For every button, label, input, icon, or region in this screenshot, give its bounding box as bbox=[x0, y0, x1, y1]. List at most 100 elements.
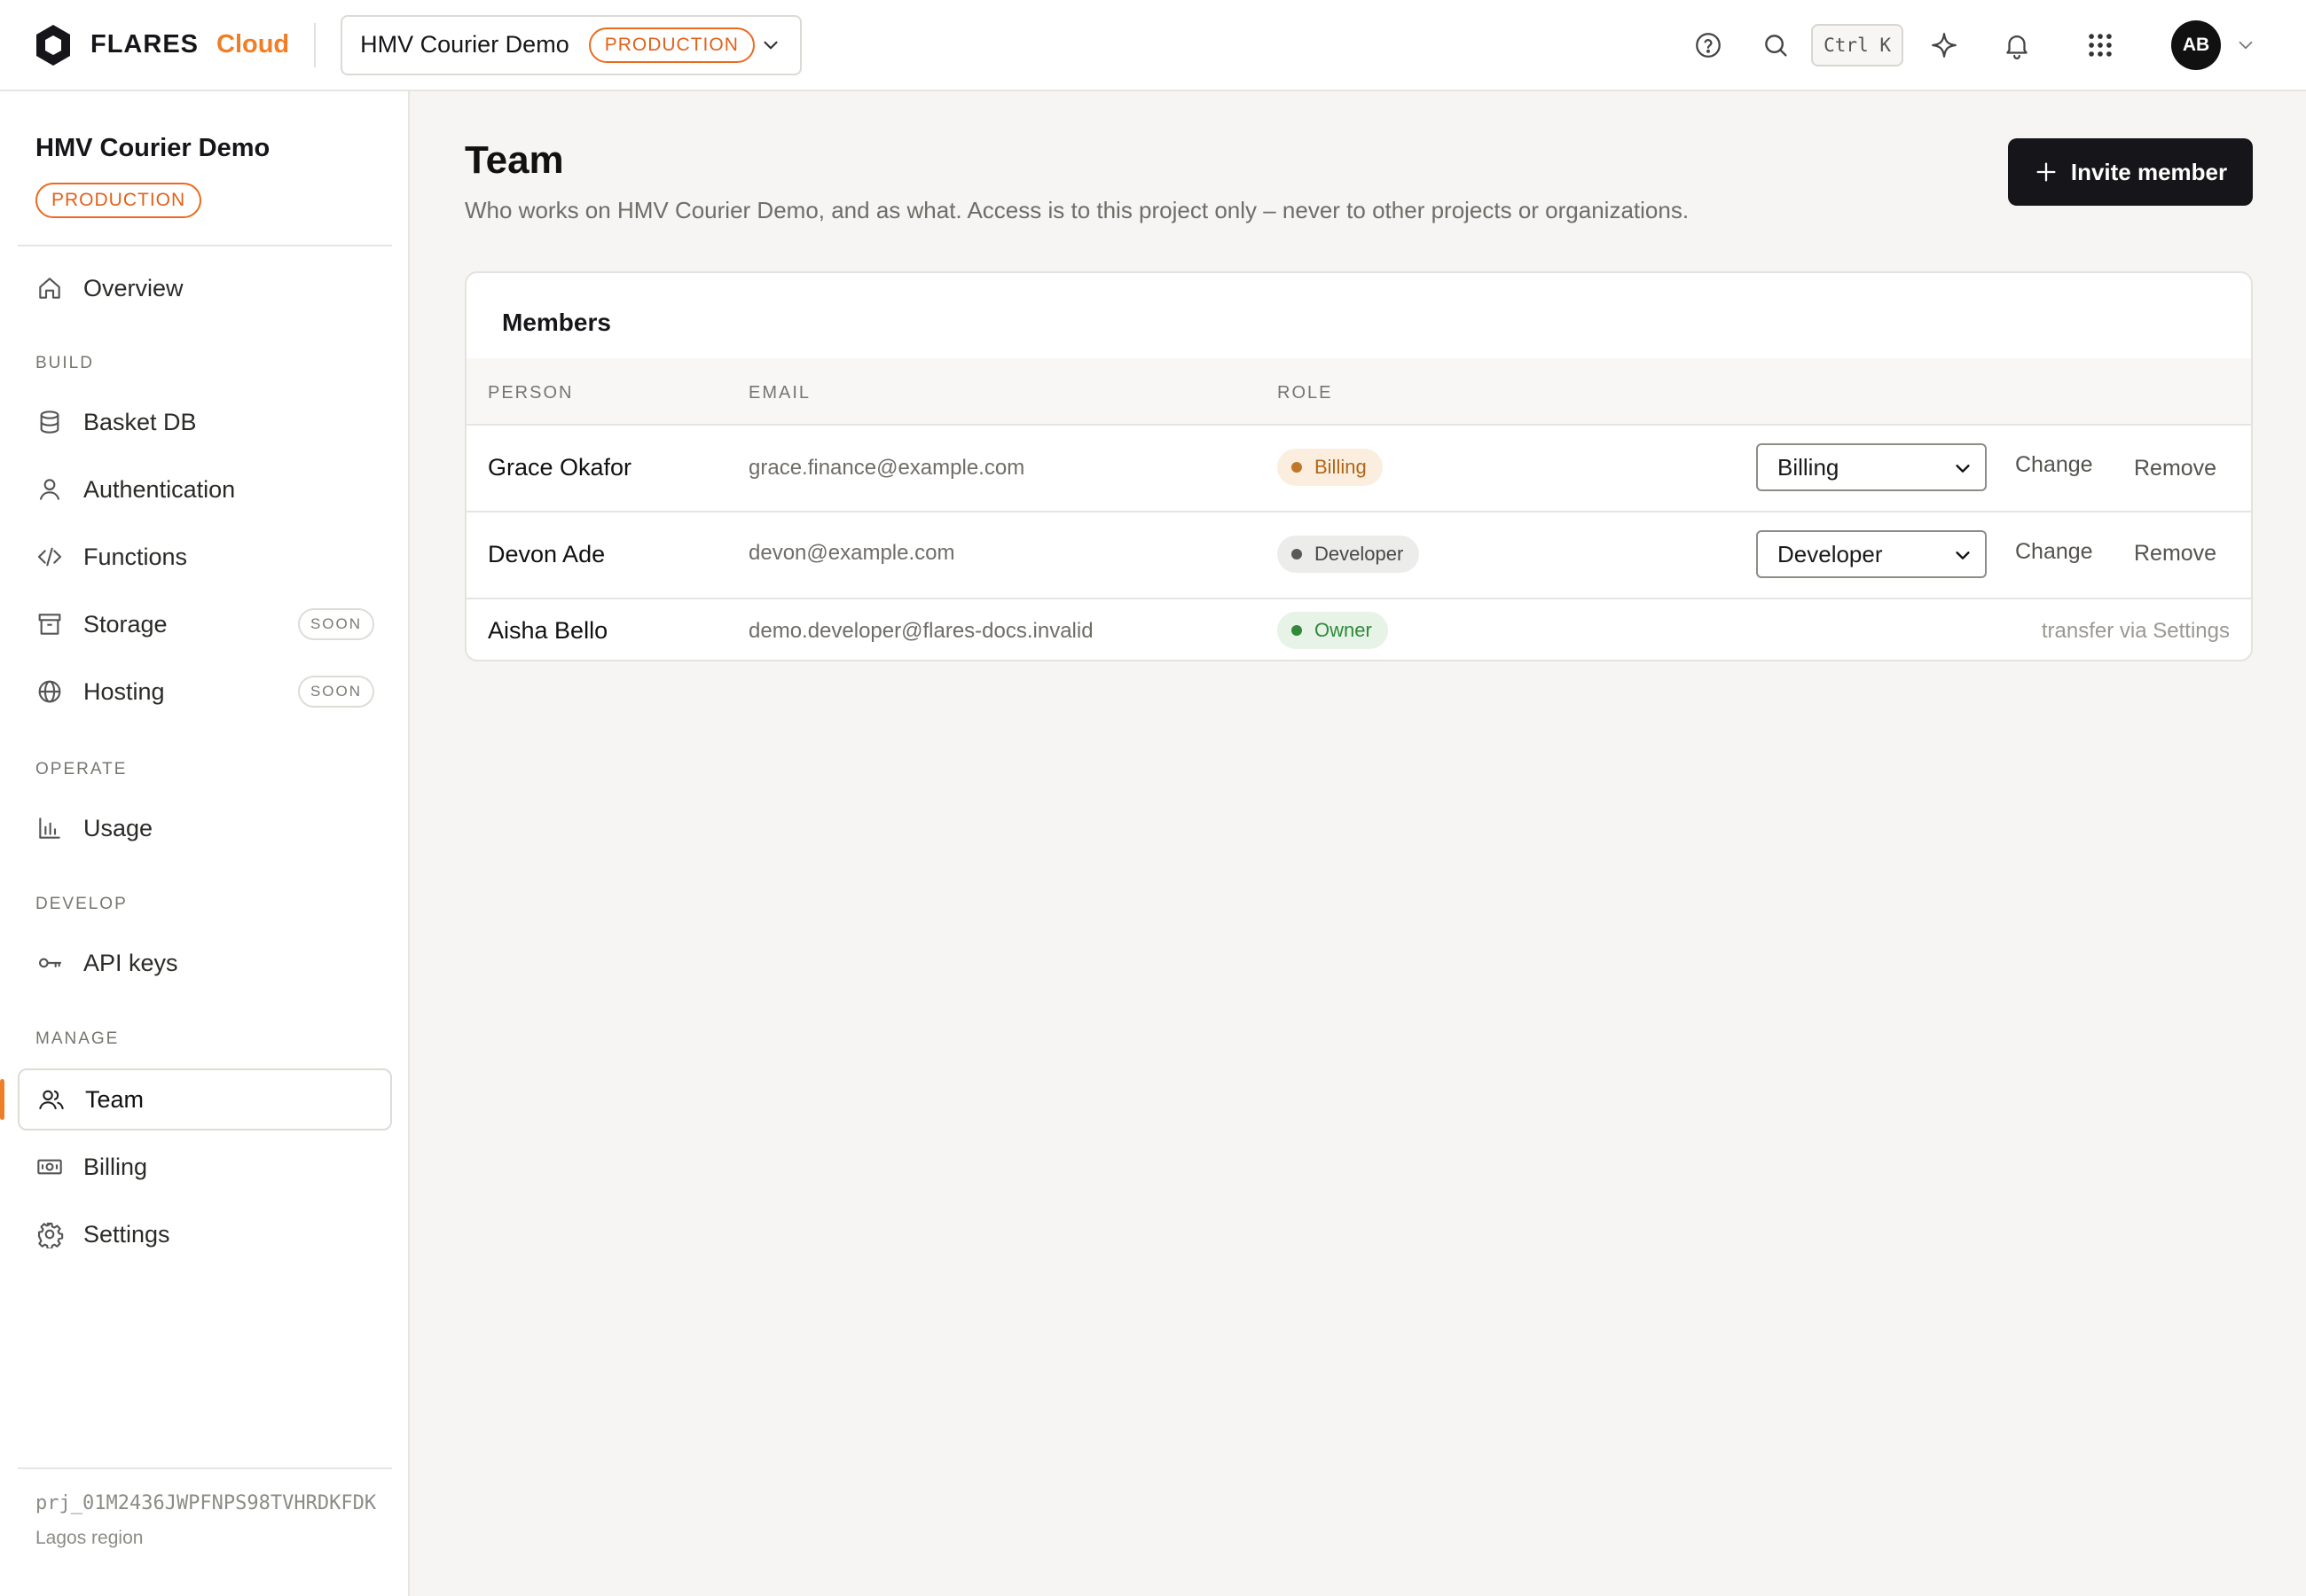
brand-name: FLARES bbox=[90, 30, 199, 59]
chevron-down-icon bbox=[1956, 465, 1970, 473]
members-card-title: Members bbox=[502, 309, 611, 336]
sidebar-item-team[interactable]: Team bbox=[18, 1068, 392, 1130]
page-subtitle: Who works on HMV Courier Demo, and as wh… bbox=[465, 197, 1690, 223]
member-name: Grace Okafor bbox=[488, 454, 632, 481]
status-dot bbox=[1291, 549, 1302, 559]
table-row: Devon Ade devon@example.com Developer De… bbox=[467, 512, 2251, 599]
notifications-button[interactable] bbox=[1996, 24, 2038, 66]
ai-assistant-button[interactable] bbox=[1923, 24, 1965, 66]
search-button[interactable] bbox=[1754, 24, 1797, 66]
role-badge-label: Owner bbox=[1314, 619, 1372, 641]
bell-icon bbox=[2006, 35, 2028, 59]
column-header-role: ROLE bbox=[1277, 383, 1333, 403]
key-icon bbox=[38, 958, 62, 968]
table-row: Grace Okafor grace.finance@example.com B… bbox=[467, 426, 2251, 512]
user-avatar[interactable]: AB bbox=[2171, 20, 2221, 70]
account-menu-button[interactable] bbox=[2231, 24, 2260, 66]
gear-icon bbox=[37, 1222, 64, 1248]
table-header: PERSON EMAIL ROLE bbox=[467, 358, 2251, 426]
status-dot bbox=[1291, 625, 1302, 636]
chevron-down-icon bbox=[764, 41, 778, 49]
active-indicator bbox=[0, 1079, 4, 1120]
soon-badge: SOON bbox=[297, 608, 374, 640]
sidebar-item-label: Billing bbox=[83, 1153, 148, 1180]
role-badge: Billing bbox=[1277, 449, 1383, 486]
project-switcher[interactable]: HMV Courier Demo PRODUCTION bbox=[341, 14, 803, 75]
sidebar-item-usage[interactable]: Usage bbox=[18, 797, 392, 859]
invite-member-button[interactable]: Invite member bbox=[2008, 138, 2253, 206]
sidebar-section-develop: DEVELOP bbox=[35, 895, 128, 913]
top-actions: Ctrl K AB bbox=[1687, 0, 2260, 90]
member-name: Aisha Bello bbox=[488, 617, 608, 644]
sparkle-icon bbox=[1932, 32, 1957, 58]
banknote-icon bbox=[37, 1159, 62, 1175]
brand-suffix: Cloud bbox=[216, 30, 290, 59]
sidebar-item-functions[interactable]: Functions bbox=[18, 526, 392, 588]
role-badge: Owner bbox=[1277, 612, 1388, 649]
command-shortcut[interactable]: Ctrl K bbox=[1811, 23, 1903, 66]
page-title: Team bbox=[465, 138, 564, 182]
column-header-email: EMAIL bbox=[749, 383, 812, 403]
help-icon bbox=[1696, 32, 1722, 58]
sidebar-item-authentication[interactable]: Authentication bbox=[18, 458, 392, 520]
users-icon bbox=[39, 1090, 64, 1110]
sidebar-section-manage: MANAGE bbox=[35, 1029, 120, 1048]
transfer-ownership-note: transfer via Settings bbox=[2041, 619, 2230, 643]
sidebar-item-label: Overview bbox=[83, 274, 184, 301]
role-badge-label: Billing bbox=[1314, 456, 1367, 478]
sidebar-item-label: Team bbox=[85, 1085, 145, 1113]
database-icon bbox=[40, 411, 59, 434]
plus-icon bbox=[2036, 162, 2056, 182]
sidebar-item-overview[interactable]: Overview bbox=[18, 257, 392, 319]
remove-member-button[interactable]: Remove bbox=[2134, 541, 2216, 567]
invite-member-label: Invite member bbox=[2070, 158, 2228, 185]
sidebar-item-label: API keys bbox=[83, 949, 178, 976]
remove-member-button[interactable]: Remove bbox=[2134, 456, 2216, 481]
table-row: Aisha Bello demo.developer@flares-docs.i… bbox=[467, 599, 2251, 660]
sidebar-item-label: Hosting bbox=[83, 677, 165, 705]
role-select[interactable]: Developer bbox=[1756, 530, 1987, 578]
sidebar-item-hosting[interactable]: Hosting SOON bbox=[18, 661, 392, 723]
help-button[interactable] bbox=[1687, 24, 1730, 66]
sidebar-section-operate: OPERATE bbox=[35, 760, 128, 778]
apps-button[interactable] bbox=[2079, 24, 2122, 66]
brand[interactable]: FLARES Cloud bbox=[34, 0, 289, 90]
globe-icon bbox=[38, 680, 61, 703]
role-select-value: Billing bbox=[1777, 453, 1839, 481]
sidebar-item-label: Functions bbox=[83, 543, 188, 570]
environment-badge: PRODUCTION bbox=[588, 27, 755, 63]
sidebar-environment-badge: PRODUCTION bbox=[35, 183, 202, 218]
role-badge: Developer bbox=[1277, 536, 1420, 573]
apps-grid-icon bbox=[2089, 33, 2112, 57]
sidebar-divider bbox=[18, 245, 392, 246]
project-region: Lagos region bbox=[35, 1528, 144, 1548]
sidebar-item-label: Storage bbox=[83, 610, 168, 638]
change-role-button[interactable]: Change bbox=[2015, 539, 2093, 565]
member-name: Devon Ade bbox=[488, 541, 606, 567]
chevron-down-icon bbox=[2239, 41, 2253, 49]
sidebar-item-label: Authentication bbox=[83, 475, 236, 503]
sidebar-item-label: Usage bbox=[83, 814, 153, 841]
sidebar-item-api-keys[interactable]: API keys bbox=[18, 932, 392, 994]
project-id: prj_01M2436JWPFNPS98TVHRDKFDK bbox=[35, 1492, 377, 1514]
soon-badge: SOON bbox=[297, 676, 374, 708]
role-select[interactable]: Billing bbox=[1756, 443, 1987, 491]
sidebar-item-storage[interactable]: Storage SOON bbox=[18, 593, 392, 655]
project-switcher-name: HMV Courier Demo bbox=[360, 31, 569, 58]
search-icon bbox=[1765, 34, 1787, 57]
status-dot bbox=[1291, 462, 1302, 473]
sidebar-item-label: Settings bbox=[83, 1220, 170, 1248]
change-role-button[interactable]: Change bbox=[2015, 452, 2093, 478]
home-icon bbox=[39, 278, 60, 299]
sidebar-section-build: BUILD bbox=[35, 354, 94, 372]
flares-logo-icon bbox=[36, 24, 70, 66]
sidebar-item-basket-db[interactable]: Basket DB bbox=[18, 391, 392, 453]
sidebar-item-settings[interactable]: Settings bbox=[18, 1203, 392, 1265]
sidebar-item-billing[interactable]: Billing bbox=[18, 1136, 392, 1198]
members-card: Members PERSON EMAIL ROLE Grace Okafor g… bbox=[465, 271, 2253, 661]
brand-divider bbox=[314, 22, 317, 67]
member-email: demo.developer@flares-docs.invalid bbox=[749, 619, 1094, 643]
top-bar: FLARES Cloud HMV Courier Demo PRODUCTION… bbox=[0, 0, 2306, 91]
member-email: devon@example.com bbox=[749, 541, 955, 565]
user-icon bbox=[39, 479, 60, 500]
